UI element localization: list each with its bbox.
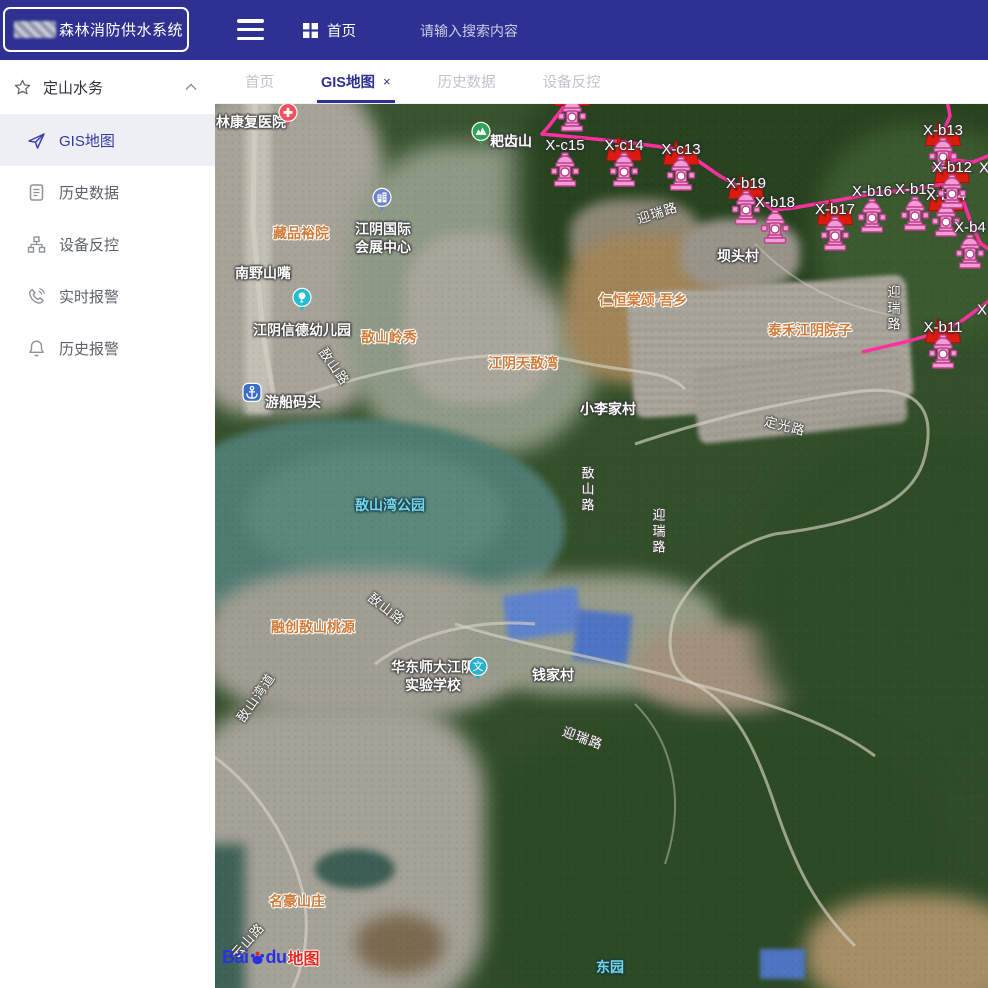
sidebar-item-label: 实时报警 xyxy=(59,286,119,307)
hydrant-label: X-b4 xyxy=(935,219,988,237)
tab-label: GIS地图 xyxy=(321,71,375,92)
redacted-logo-prefix xyxy=(14,21,56,38)
hydrant-label: X-c13 xyxy=(646,141,716,159)
sidebar-group-label: 定山水务 xyxy=(43,77,185,98)
search-input[interactable] xyxy=(418,15,652,47)
chevron-up-icon xyxy=(185,83,197,91)
fire-hydrant-icon xyxy=(928,334,958,370)
fire-hydrant-icon xyxy=(760,209,790,245)
app-header: 森林消防供水系统 首页 xyxy=(0,0,988,60)
tab-label: 设备反控 xyxy=(543,71,601,92)
tab-close-icon[interactable]: × xyxy=(383,74,391,89)
hydrant-label: X-b12 xyxy=(917,159,987,177)
sidebar-item-label: 设备反控 xyxy=(59,234,119,255)
hydrant-marker[interactable] xyxy=(537,104,607,133)
sidebar-item-history-alarm[interactable]: 历史报警 xyxy=(0,322,215,374)
anchor-icon xyxy=(241,382,263,408)
home-nav-label: 首页 xyxy=(327,20,356,41)
fire-hydrant-icon xyxy=(550,152,580,188)
svg-text:文: 文 xyxy=(473,659,484,673)
tab-gis-map[interactable]: GIS地图 × xyxy=(321,60,391,103)
hydrant-label: X-b19 xyxy=(711,175,781,193)
tab-label: 历史数据 xyxy=(438,71,496,92)
sidebar: 定山水务 GIS地图 历史数据 设备反控 实时报警 xyxy=(0,60,215,988)
sidebar-item-history-data[interactable]: 历史数据 xyxy=(0,166,215,218)
app-logo: 森林消防供水系统 xyxy=(3,7,189,52)
building-icon xyxy=(371,187,393,213)
sidebar-group-dingshan[interactable]: 定山水务 xyxy=(0,60,215,114)
sidebar-item-label: GIS地图 xyxy=(59,130,115,151)
sidebar-item-device-control[interactable]: 设备反控 xyxy=(0,218,215,270)
baidu-brand-left: Bai xyxy=(222,947,249,968)
gis-map-canvas[interactable]: Bai du 地图 xyxy=(215,104,988,988)
hydrant-label: X-b11 xyxy=(908,319,978,337)
hospital-icon xyxy=(277,104,299,128)
baidu-map-suffix: 地图 xyxy=(288,945,320,969)
mountain-icon xyxy=(470,121,492,147)
home-nav[interactable]: 首页 xyxy=(303,0,356,60)
tab-label: 首页 xyxy=(245,71,274,92)
send-icon xyxy=(27,131,46,150)
sidebar-item-label: 历史报警 xyxy=(59,338,119,359)
baidu-paw-icon xyxy=(249,949,266,966)
fire-hydrant-icon xyxy=(557,104,587,133)
app-title: 森林消防供水系统 xyxy=(59,19,183,40)
tab-home[interactable]: 首页 xyxy=(245,60,274,103)
fire-hydrant-icon xyxy=(937,174,967,210)
bell-icon xyxy=(27,339,46,358)
menu-toggle-icon[interactable] xyxy=(237,19,264,40)
sidebar-item-label: 历史数据 xyxy=(59,182,119,203)
hydrant-marker[interactable]: X-c13 xyxy=(646,141,716,192)
pipeline-layer xyxy=(215,104,988,988)
sidebar-item-gis-map[interactable]: GIS地图 xyxy=(0,114,215,166)
fire-hydrant-icon xyxy=(666,156,696,192)
hydrant-marker[interactable]: X-b12 xyxy=(917,159,987,210)
grid-icon xyxy=(303,23,318,38)
hydrant-marker[interactable]: X-b4 xyxy=(935,219,988,270)
document-icon xyxy=(27,183,46,202)
hydrant-label: X-b13 xyxy=(908,122,978,140)
sidebar-item-realtime-alarm[interactable]: 实时报警 xyxy=(0,270,215,322)
sitemap-icon xyxy=(27,235,46,254)
school-icon: 文 xyxy=(467,656,489,682)
tab-bar: 首页 GIS地图 × 历史数据 设备反控 xyxy=(215,60,988,104)
baidu-brand-right: du xyxy=(266,947,287,968)
phone-icon xyxy=(27,287,46,306)
star-icon xyxy=(14,79,31,96)
tab-history-data[interactable]: 历史数据 xyxy=(438,60,496,103)
baidu-maps-attribution: Bai du 地图 xyxy=(222,945,320,969)
balloon-icon xyxy=(291,287,313,313)
tab-device-control[interactable]: 设备反控 xyxy=(543,60,601,103)
fire-hydrant-icon xyxy=(609,152,639,188)
hydrant-marker[interactable]: X-b11 xyxy=(908,319,978,370)
fire-hydrant-icon xyxy=(955,234,985,270)
